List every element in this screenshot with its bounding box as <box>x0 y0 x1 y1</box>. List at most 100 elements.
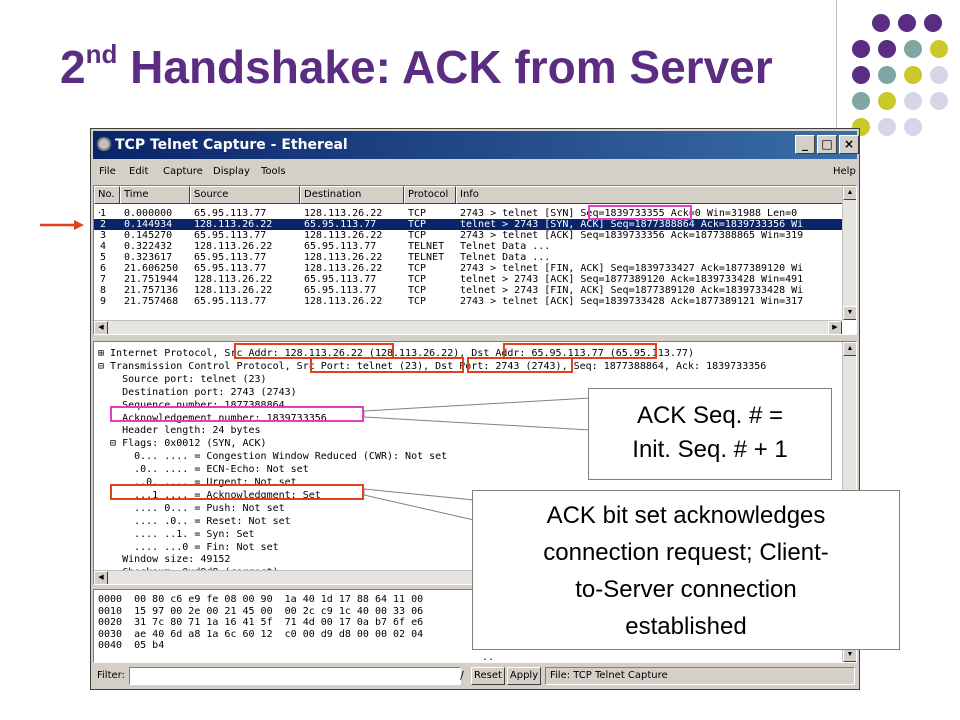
maximize-button[interactable]: □ <box>817 135 837 154</box>
row-time: 21.606250 <box>124 263 179 274</box>
row-destination: 128.113.26.22 <box>304 296 383 307</box>
filter-input[interactable] <box>129 667 461 685</box>
row-protocol: TCP <box>408 208 427 219</box>
row-destination: 128.113.26.22 <box>304 208 383 219</box>
filter-edit-icon[interactable]: / <box>455 667 469 685</box>
row-protocol: TCP <box>408 285 427 296</box>
detail-line[interactable]: Header length: 24 bytes <box>98 425 260 437</box>
row-info: 2743 > telnet [FIN, ACK] Seq=1839733427 … <box>460 263 804 274</box>
scroll-left-icon[interactable]: ◀ <box>94 571 108 584</box>
row-source: 65.95.113.77 <box>194 208 267 219</box>
packet-row[interactable]: 5 0.323617 65.95.113.77 128.113.26.22 TELNET… <box>94 252 856 263</box>
scroll-up-icon[interactable]: ▲ <box>843 342 856 356</box>
row-time: 0.144934 <box>124 219 173 230</box>
close-button[interactable]: × <box>839 135 859 154</box>
detail-line[interactable]: ...1 .... = Acknowledgment: Set <box>98 490 321 502</box>
packet-row[interactable]: 9 21.757468 65.95.113.77 128.113.26.22 TCP 27… <box>94 296 856 307</box>
packet-row[interactable]: 6 21.606250 65.95.113.77 128.113.26.22 TCP 27… <box>94 263 856 274</box>
minimize-button[interactable]: _ <box>795 135 815 154</box>
ethereal-app-icon <box>97 137 111 151</box>
scroll-down-icon[interactable]: ▼ <box>843 306 856 320</box>
row-info: Telnet Data ... <box>460 241 551 252</box>
row-destination: 128.113.26.22 <box>304 252 383 263</box>
row-no: 4 <box>100 241 107 252</box>
row-time: 21.751944 <box>124 274 179 285</box>
filter-label: Filter: <box>97 670 125 681</box>
row-no: 5 <box>100 252 107 263</box>
row-protocol: TELNET <box>408 241 445 252</box>
apply-button[interactable]: Apply <box>507 667 541 685</box>
decorative-dot <box>898 14 916 32</box>
packet-row[interactable]: 2 0.144934 128.113.26.22 65.95.113.77 TCP tel… <box>94 219 856 230</box>
row-protocol: TCP <box>408 274 427 285</box>
detail-line[interactable]: ..0. .... = Urgent: Not set <box>98 477 297 489</box>
detail-line[interactable]: Window size: 49152 <box>98 554 230 566</box>
detail-line[interactable]: ⊟ Transmission Control Protocol, Src Por… <box>98 361 766 373</box>
decorative-dot <box>930 66 948 84</box>
row-source: 65.95.113.77 <box>194 230 267 241</box>
menu-edit[interactable]: Edit <box>129 166 148 177</box>
detail-line[interactable]: .0.. .... = ECN-Echo: Not set <box>98 464 309 476</box>
hex-ascii: .. <box>482 652 495 663</box>
decorative-dot <box>904 118 922 136</box>
row-no: 9 <box>100 296 107 307</box>
row-protocol: TCP <box>408 296 427 307</box>
row-time: 0.145270 <box>124 230 173 241</box>
detail-line[interactable]: 0... .... = Congestion Window Reduced (C… <box>98 451 447 463</box>
row-source: 65.95.113.77 <box>194 296 267 307</box>
detail-line[interactable]: ⊟ Flags: 0x0012 (SYN, ACK) <box>98 438 267 450</box>
callout-ack-bit-line1: ACK bit set acknowledges <box>546 502 826 529</box>
col-no[interactable]: No. . <box>94 186 120 216</box>
detail-line[interactable]: Destination port: 2743 (2743) <box>98 387 297 399</box>
row-source: 128.113.26.22 <box>194 219 273 230</box>
packet-list-hscroll[interactable]: ◀ ▶ <box>94 320 842 334</box>
detail-line[interactable]: .... ...0 = Fin: Not set <box>98 542 279 554</box>
packet-row[interactable]: 8 21.757136 128.113.26.22 65.95.113.77 TCP te… <box>94 285 856 296</box>
row-protocol: TCP <box>408 230 427 241</box>
detail-line[interactable]: ⊞ Internet Protocol, Src Addr: 128.113.2… <box>98 348 694 360</box>
col-destination[interactable]: Destination <box>300 186 404 204</box>
menu-help[interactable]: Help <box>833 166 856 177</box>
scroll-up-icon[interactable]: ▲ <box>843 186 856 200</box>
menu-tools[interactable]: Tools <box>261 166 286 177</box>
menu-capture[interactable]: Capture <box>163 166 203 177</box>
row-destination: 128.113.26.22 <box>304 230 383 241</box>
detail-line[interactable]: .... .0.. = Reset: Not set <box>98 516 291 528</box>
scroll-down-icon[interactable]: ▼ <box>843 648 856 662</box>
detail-line[interactable]: .... 0... = Push: Not set <box>98 503 285 515</box>
col-time[interactable]: Time <box>120 186 190 204</box>
col-info[interactable]: Info <box>456 186 844 204</box>
detail-line[interactable]: Source port: telnet (23) <box>98 374 267 386</box>
scroll-left-icon[interactable]: ◀ <box>94 321 108 334</box>
packet-list-vscroll[interactable]: ▲ ▼ <box>842 186 856 320</box>
row-destination: 65.95.113.77 <box>304 219 377 230</box>
packet-row[interactable]: 3 0.145270 65.95.113.77 128.113.26.22 TCP 274… <box>94 230 856 241</box>
packet-row[interactable]: 4 0.322432 128.113.26.22 65.95.113.77 TELNET… <box>94 241 856 252</box>
detail-line[interactable]: Sequence number: 1877388864 <box>98 400 285 412</box>
decorative-dot <box>878 118 896 136</box>
row-protocol: TELNET <box>408 252 445 263</box>
packet-row[interactable]: 1 0.000000 65.95.113.77 128.113.26.22 TCP 274… <box>94 208 856 219</box>
menu-display[interactable]: Display <box>213 166 250 177</box>
decorative-dot <box>924 14 942 32</box>
row-info: 2743 > telnet [ACK] Seq=1839733356 Ack=1… <box>460 230 804 241</box>
pointer-arrow-icon <box>40 220 84 230</box>
row-time: 0.000000 <box>124 208 173 219</box>
detail-line[interactable]: .... ..1. = Syn: Set <box>98 529 254 541</box>
col-source[interactable]: Source <box>190 186 300 204</box>
decorative-dot <box>872 14 890 32</box>
row-destination: 65.95.113.77 <box>304 274 377 285</box>
packet-row[interactable]: 7 21.751944 128.113.26.22 65.95.113.77 TCP te… <box>94 274 856 285</box>
callout-ack-seq: ACK Seq. # = Init. Seq. # + 1 <box>588 388 832 480</box>
menu-file[interactable]: File <box>99 166 116 177</box>
scroll-right-icon[interactable]: ▶ <box>828 321 842 334</box>
window-titlebar[interactable]: TCP Telnet Capture - Ethereal _ □ × <box>93 131 859 159</box>
detail-line[interactable]: Acknowledgement number: 1839733356 <box>98 413 327 425</box>
row-no: 7 <box>100 274 107 285</box>
col-protocol[interactable]: Protocol <box>404 186 456 204</box>
row-destination: 128.113.26.22 <box>304 263 383 274</box>
row-no: 6 <box>100 263 107 274</box>
reset-button[interactable]: Reset <box>471 667 505 685</box>
row-info: telnet > 2743 [FIN, ACK] Seq=1877389120 … <box>460 285 804 296</box>
packet-list-pane: No. . Time Source Destination Protocol I… <box>93 185 857 335</box>
